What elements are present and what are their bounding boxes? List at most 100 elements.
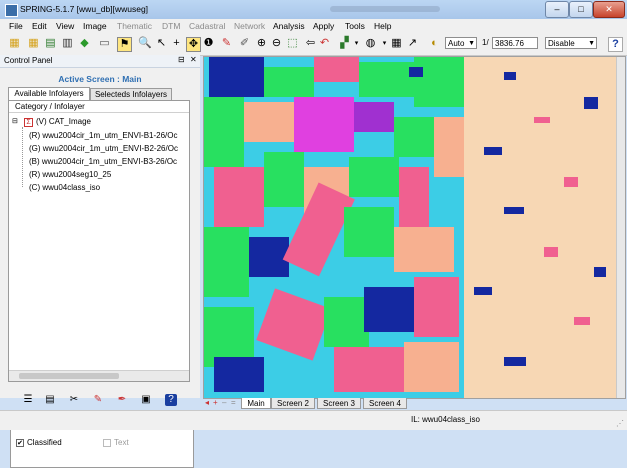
grid-icon[interactable]: ▦	[390, 37, 403, 50]
classified-label: Classified	[27, 438, 62, 447]
menu-apply[interactable]: Apply	[313, 21, 334, 31]
list-icon[interactable]: ☰	[22, 394, 34, 406]
active-screen-label: Active Screen : Main	[58, 74, 142, 84]
title-blur	[330, 6, 440, 12]
properties-icon[interactable]: ▤	[44, 394, 56, 406]
status-text: IL: wwu04class_iso	[411, 415, 480, 424]
zoom-out-icon[interactable]: ⊖	[270, 37, 283, 50]
app-icon	[5, 4, 18, 17]
menu-image[interactable]: Image	[83, 21, 107, 31]
edit-icon[interactable]: ✎	[92, 394, 104, 406]
control-panel-header: Control Panel ⊟ ✕	[0, 55, 200, 68]
scale-input-value: 3836.76	[495, 39, 524, 48]
menu-network[interactable]: Network	[234, 21, 265, 31]
pointer-icon[interactable]: ↖	[155, 37, 168, 50]
tools-icon[interactable]: ✂	[68, 394, 80, 406]
nav-remove-icon[interactable]: –	[222, 398, 226, 407]
menu-dtm[interactable]: DTM	[162, 21, 180, 31]
scale-mode-select[interactable]: Auto ▼	[445, 37, 477, 49]
tree-item-b3[interactable]: (B) wwu2004cir_1m_utm_ENVI-B3-26/Oc	[29, 156, 177, 167]
menu-file[interactable]: File	[9, 21, 23, 31]
cursor-mode-select[interactable]: Disable ▼	[545, 37, 597, 49]
tree-item-seg[interactable]: (R) wwu2004seg10_25	[29, 169, 111, 180]
color-icon[interactable]: ◍	[364, 37, 377, 50]
layers-icon[interactable]: ▤	[44, 37, 57, 50]
menu-tools[interactable]: Tools	[345, 21, 365, 31]
control-panel: Active Screen : Main Available Infolayer…	[0, 68, 200, 468]
eraser2-icon[interactable]: ✐	[238, 37, 251, 50]
menu-view[interactable]: View	[56, 21, 74, 31]
draw-icon[interactable]: ⚑	[117, 37, 132, 52]
info-icon[interactable]: ❶	[202, 37, 215, 50]
menu-bar: File Edit View Image Thematic DTM Cadast…	[0, 19, 627, 33]
menu-cadastral[interactable]: Cadastral	[189, 21, 225, 31]
text-checkbox[interactable]	[103, 439, 111, 447]
tree-category[interactable]: (V) CAT_Image	[36, 116, 91, 127]
menu-edit[interactable]: Edit	[32, 21, 47, 31]
title-bar: SPRING-5.1.7 [wwu_db][wwuseg] – □ ✕	[0, 0, 627, 19]
control-panel-title: Control Panel	[4, 56, 53, 65]
resize-grip-icon[interactable]: ⋰	[616, 419, 624, 428]
back-icon[interactable]: ⇦	[304, 37, 317, 50]
database-icon[interactable]: ▦	[8, 37, 21, 50]
pin-icon[interactable]: ⊟	[178, 55, 185, 64]
chevron-down-icon[interactable]: ▾	[350, 37, 363, 50]
maximize-button[interactable]: □	[569, 1, 593, 18]
panel-close-icon[interactable]: ✕	[190, 55, 197, 64]
text-label: Text	[114, 438, 129, 447]
tree-hscrollbar[interactable]	[9, 370, 189, 381]
tab-screen-2[interactable]: Screen 2	[271, 398, 315, 409]
minimize-button[interactable]: –	[545, 1, 569, 18]
collapse-icon[interactable]: ⊟	[12, 117, 18, 125]
scale-mode-value: Auto	[448, 39, 465, 48]
window-title: SPRING-5.1.7 [wwu_db][wwuseg]	[20, 4, 149, 14]
scale-input[interactable]: 3836.76	[492, 37, 538, 49]
nav-close-icon[interactable]: =	[231, 398, 236, 407]
cursor-icon[interactable]: ↗	[406, 37, 419, 50]
help-icon-panel[interactable]: ?	[165, 394, 177, 406]
cross-icon[interactable]: +	[170, 37, 183, 50]
map-canvas[interactable]	[203, 56, 626, 399]
undo-icon[interactable]: ↶	[318, 37, 331, 50]
palette-icon[interactable]: ◐	[428, 37, 441, 50]
chevron-down-icon-3: ▼	[468, 40, 475, 47]
tab-available-infolayers[interactable]: Available Infolayers	[8, 87, 90, 101]
tree-item-b1[interactable]: (R) wwu2004cir_1m_utm_ENVI-B1-26/Oc	[29, 130, 178, 141]
classified-checkbox[interactable]: ✔	[16, 439, 24, 447]
barcode-icon[interactable]: ▥	[61, 37, 74, 50]
chevron-down-icon-4: ▼	[588, 40, 595, 47]
zoom-area-icon[interactable]: ⬚	[286, 37, 299, 50]
status-bar: IL: wwu04class_iso ⋰	[0, 410, 627, 430]
menu-analysis[interactable]: Analysis	[273, 21, 305, 31]
menu-thematic[interactable]: Thematic	[117, 21, 152, 31]
sheet-icon[interactable]: ▭	[98, 37, 111, 50]
toolbar: ▦ ▦ ▤ ▥ ◆ ▭ ⚑ 🔍 ↖ + ✥ ❶ ✎ ✐ ⊕ ⊖ ⬚ ⇦ ↶ ▞ …	[0, 33, 627, 56]
classified-map-shapes	[204, 57, 606, 392]
tab-main[interactable]: Main	[241, 398, 271, 409]
tree-item-class[interactable]: (C) wwu04class_iso	[29, 182, 100, 193]
eraser-icon[interactable]: ◆	[78, 37, 91, 50]
tree-line	[22, 127, 23, 187]
tab-selected-infolayers[interactable]: Selecteds Infolayers	[90, 88, 172, 100]
nav-next-icon[interactable]: +	[213, 398, 218, 407]
close-button[interactable]: ✕	[593, 1, 625, 18]
tree-item-b2[interactable]: (G) wwu2004cir_1m_utm_ENVI-B2-26/Oc	[29, 143, 178, 154]
map-patches	[204, 57, 606, 392]
tab-screen-4[interactable]: Screen 4	[363, 398, 407, 409]
window-icon[interactable]: ▣	[140, 394, 152, 406]
help-icon[interactable]: ?	[608, 37, 623, 52]
pencil-icon[interactable]: ✎	[220, 37, 233, 50]
nav-prev-icon[interactable]: ◂	[205, 398, 209, 407]
screen-tabs: ◂ + – = Main Screen 2 Screen 3 Screen 4	[203, 398, 624, 410]
map-vscrollbar[interactable]	[616, 57, 625, 398]
menu-help[interactable]: Help	[374, 21, 391, 31]
panel-icon-row: ☰ ▤ ✂ ✎ ✒ ▣ ?	[0, 394, 200, 408]
pen-icon[interactable]: ✒	[116, 394, 128, 406]
zoom-in-icon[interactable]: ⊕	[255, 37, 268, 50]
scroll-thumb[interactable]	[19, 373, 119, 379]
zoom-icon[interactable]: 🔍	[138, 37, 152, 50]
tree-header: Category / Infolayer	[9, 101, 189, 113]
tab-screen-3[interactable]: Screen 3	[317, 398, 361, 409]
pan-icon[interactable]: ✥	[186, 37, 201, 52]
project-icon[interactable]: ▦	[27, 37, 40, 50]
